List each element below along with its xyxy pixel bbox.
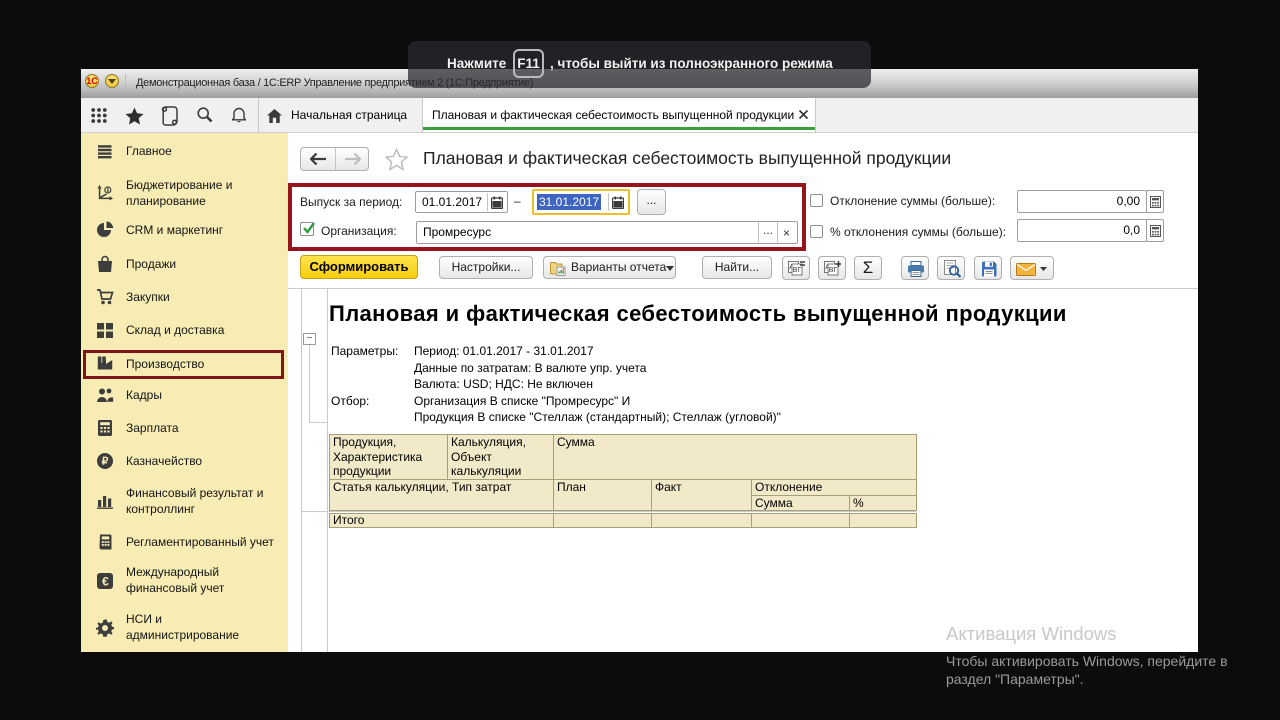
svg-text:₽: ₽: [102, 456, 109, 468]
svg-text:ВГ: ВГ: [793, 267, 802, 274]
svg-text:ВГ: ВГ: [829, 267, 838, 274]
svg-text:€: €: [102, 574, 109, 588]
